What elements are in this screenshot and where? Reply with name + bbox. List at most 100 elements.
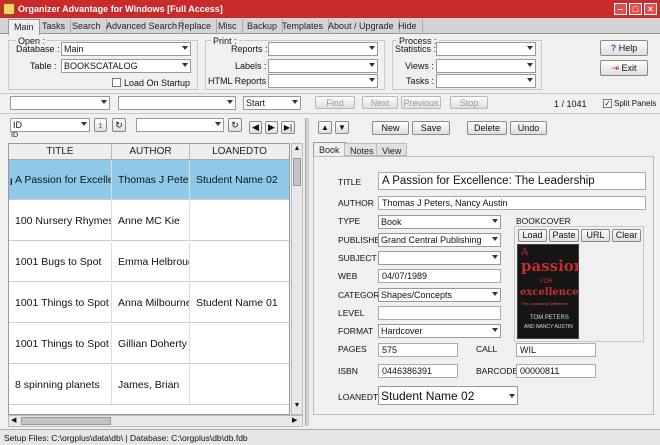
level-field[interactable] bbox=[378, 306, 501, 320]
main-tab-bar: Main Tasks Search Advanced Search Replac… bbox=[0, 18, 660, 35]
records-grid: TITLE AUTHOR LOANEDTO A Passion for Exce… bbox=[8, 143, 290, 415]
title-field[interactable]: A Passion for Excellence: The Leadership bbox=[378, 172, 646, 190]
undo-button[interactable]: Undo bbox=[510, 121, 547, 135]
table-row[interactable]: 100 Nursery Rhymes Anne MC Kie bbox=[9, 201, 289, 241]
book-cover-image: A passion FOR excellence The Leadership … bbox=[517, 244, 579, 339]
prev-record-button[interactable]: ◀ bbox=[249, 121, 262, 134]
scroll-thumb[interactable] bbox=[293, 158, 301, 186]
minimize-button[interactable]: – bbox=[614, 3, 627, 15]
call-field[interactable]: WIL bbox=[516, 343, 596, 357]
search-field-select[interactable] bbox=[10, 96, 110, 110]
delete-button[interactable]: Delete bbox=[467, 121, 507, 135]
save-button[interactable]: Save bbox=[412, 121, 450, 135]
subject-select[interactable] bbox=[378, 251, 501, 265]
barcode-field[interactable]: 00000811 bbox=[516, 364, 596, 378]
table-row[interactable]: 1001 Things to Spot Gillian Doherty bbox=[9, 324, 289, 364]
category-select[interactable]: Shapes/Concepts bbox=[378, 288, 501, 302]
table-row[interactable]: A Passion for Excellence: The Leadership… bbox=[9, 160, 289, 200]
maximize-button[interactable]: □ bbox=[629, 3, 642, 15]
column-header-author[interactable]: AUTHOR bbox=[112, 144, 190, 160]
table-row[interactable]: 1001 Things to Spot Anna Milbourne Stude… bbox=[9, 283, 289, 323]
cover-paste-button[interactable]: Paste bbox=[549, 229, 579, 242]
table-label: Table : bbox=[30, 61, 57, 71]
cell-title: 1001 Things to Spot bbox=[9, 324, 112, 364]
table-row[interactable]: 8 spinning planets James, Brian bbox=[9, 365, 289, 405]
new-button[interactable]: New bbox=[372, 121, 409, 135]
views-select[interactable] bbox=[436, 59, 536, 73]
published-select[interactable]: Grand Central Publishing bbox=[378, 233, 501, 247]
table-row[interactable]: 1001 Bugs to Spot Emma Helbrough bbox=[9, 242, 289, 282]
cover-text: FOR bbox=[540, 279, 553, 285]
tab-hide[interactable]: Hide bbox=[393, 19, 423, 34]
scroll-thumb[interactable] bbox=[21, 417, 111, 425]
help-label: Help bbox=[618, 43, 638, 53]
search-mode-select[interactable]: Start bbox=[243, 96, 301, 110]
move-up-button[interactable]: ▲ bbox=[318, 121, 332, 134]
next-record-button[interactable]: ▶ bbox=[265, 121, 278, 134]
grid-vertical-scrollbar[interactable]: ▲ ▼ bbox=[291, 143, 303, 415]
column-header-title[interactable]: TITLE bbox=[9, 144, 112, 160]
labels-select[interactable] bbox=[268, 59, 378, 73]
tasks-label: Tasks : bbox=[406, 76, 435, 86]
tab-tasks[interactable]: Tasks bbox=[37, 19, 72, 34]
reports-select[interactable] bbox=[268, 42, 378, 56]
find-button[interactable]: Find bbox=[315, 96, 355, 109]
filter-select[interactable] bbox=[136, 118, 224, 132]
tab-templates[interactable]: Templates bbox=[277, 19, 330, 34]
cover-url-button[interactable]: URL bbox=[581, 229, 610, 242]
cover-clear-button[interactable]: Clear bbox=[612, 229, 641, 242]
grid-horizontal-scrollbar[interactable]: ◀ ▶ bbox=[8, 415, 303, 427]
database-select[interactable]: Main bbox=[61, 42, 191, 56]
exit-button[interactable]: ⇥ Exit bbox=[600, 60, 648, 76]
search-mode-value: Start bbox=[246, 98, 266, 108]
cell-title: 8 spinning planets bbox=[9, 365, 112, 405]
author-field[interactable]: Thomas J Peters, Nancy Austin bbox=[378, 196, 646, 210]
html-reports-select[interactable] bbox=[268, 74, 378, 88]
splitter[interactable] bbox=[305, 118, 309, 426]
tasks-select[interactable] bbox=[436, 74, 536, 88]
divider bbox=[0, 93, 660, 94]
tab-advanced-search[interactable]: Advanced Search bbox=[101, 19, 184, 34]
barcode-label: BARCODE bbox=[476, 366, 519, 376]
load-on-startup-checkbox[interactable] bbox=[112, 78, 121, 87]
refresh-filter-button[interactable]: ↻ bbox=[228, 118, 242, 132]
split-panels-checkbox[interactable]: ✓ bbox=[603, 99, 612, 108]
title-bar: Organizer Advantage for Windows [Full Ac… bbox=[0, 0, 660, 18]
help-button[interactable]: ? Help bbox=[600, 40, 648, 56]
table-select[interactable]: BOOKSCATALOG bbox=[61, 59, 191, 73]
form-tab-view[interactable]: View bbox=[376, 143, 408, 156]
sort-order-button[interactable]: ↕ bbox=[94, 118, 107, 132]
move-down-button[interactable]: ▼ bbox=[335, 121, 349, 134]
subject-label: SUBJECT bbox=[338, 253, 377, 263]
form-tab-notes[interactable]: Notes bbox=[344, 143, 380, 156]
search-value-input[interactable] bbox=[118, 96, 236, 110]
form-tab-book[interactable]: Book bbox=[313, 142, 346, 157]
record-count: 1 / 1041 bbox=[554, 99, 587, 109]
cell-title: A Passion for Excellence: The Leadership bbox=[9, 160, 112, 200]
statistics-select[interactable] bbox=[436, 42, 536, 56]
current-row-indicator: I bbox=[10, 177, 13, 187]
pages-field[interactable]: 575 bbox=[378, 343, 458, 357]
refresh-sort-button[interactable]: ↻ bbox=[112, 118, 126, 132]
web-field[interactable]: 04/07/1989 bbox=[378, 269, 501, 283]
close-button[interactable]: × bbox=[644, 3, 657, 15]
tab-about-upgrade[interactable]: About / Upgrade bbox=[323, 19, 400, 34]
tab-misc[interactable]: Misc bbox=[213, 19, 243, 34]
exit-label: Exit bbox=[621, 63, 637, 73]
format-select[interactable]: Hardcover bbox=[378, 324, 501, 338]
type-select[interactable]: Book bbox=[378, 215, 501, 229]
last-record-button[interactable]: ▶| bbox=[281, 121, 295, 134]
previous-button[interactable]: Previous bbox=[401, 96, 441, 109]
cell-loanedto: Student Name 01 bbox=[190, 283, 289, 323]
tab-replace[interactable]: Replace bbox=[173, 19, 218, 34]
stop-button[interactable]: Stop bbox=[450, 96, 488, 109]
sort-field-select[interactable]: ID bbox=[10, 118, 90, 132]
next-button[interactable]: Next bbox=[362, 96, 398, 109]
cover-load-button[interactable]: Load bbox=[518, 229, 547, 242]
column-header-loanedto[interactable]: LOANEDTO bbox=[190, 144, 289, 160]
cell-author: Thomas J Peters, Nancy Austin bbox=[112, 160, 190, 200]
tab-main[interactable]: Main bbox=[8, 19, 40, 35]
loanedto-select[interactable]: Student Name 02 bbox=[378, 386, 518, 405]
sort-field-value: ID bbox=[13, 120, 22, 130]
isbn-field[interactable]: 0446386391 bbox=[378, 364, 458, 378]
